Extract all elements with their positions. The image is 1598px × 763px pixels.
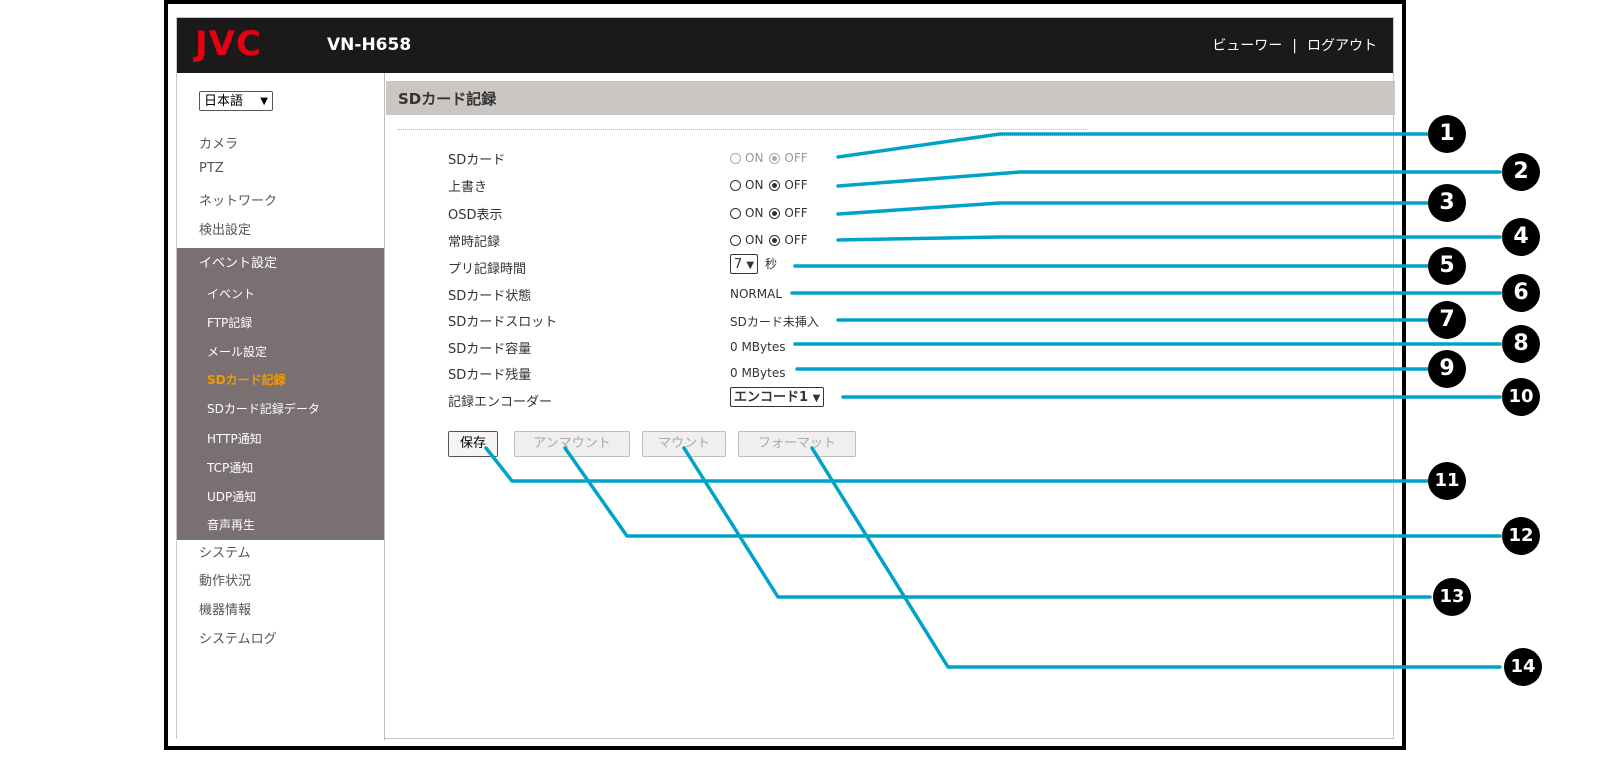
- sd-remaining-label: SDカード残量: [448, 368, 532, 383]
- overwrite-off-label: OFF: [784, 178, 808, 192]
- sd-slot-label: SDカードスロット: [448, 315, 558, 330]
- sidebar-subitem-udp[interactable]: UDP通知: [207, 488, 256, 505]
- event-settings-group: イベント設定 イベント FTP記録 メール設定 SDカード記録 SDカード記録デ…: [177, 248, 384, 540]
- sd-capacity-value: 0 MBytes: [730, 340, 786, 354]
- callout-number-14: 14: [1504, 648, 1542, 686]
- callout-number-6: 6: [1502, 274, 1540, 312]
- pre-record-unit: 秒: [764, 257, 777, 271]
- pre-record-label: プリ記録時間: [448, 262, 527, 277]
- sd-status-label: SDカード状態: [448, 289, 532, 304]
- encoder-select[interactable]: エンコード1 ▼: [730, 387, 825, 407]
- overwrite-radio-group: ON OFF: [730, 178, 814, 192]
- save-button[interactable]: 保存: [448, 431, 498, 457]
- pre-record-field: 7 ▼ 秒: [730, 254, 777, 274]
- sidebar: 日本語 ▼ カメラ PTZ ネットワーク 検出設定 イベント設定 イベント FT…: [177, 73, 385, 740]
- sidebar-item-ptz[interactable]: PTZ: [199, 161, 224, 176]
- browser-window: JVC VN-H658 ビューワー | ログアウト 日本語 ▼ カメラ PTZ ネッ…: [176, 17, 1395, 740]
- osd-radio-group: ON OFF: [730, 206, 814, 220]
- chevron-down-icon: ▼: [746, 260, 755, 271]
- callout-number-4: 4: [1502, 218, 1540, 256]
- overwrite-off-radio[interactable]: [769, 180, 781, 191]
- sd-card-on-label: ON: [745, 151, 764, 165]
- continuous-off-label: OFF: [784, 233, 808, 247]
- jvc-logo: JVC: [195, 24, 262, 64]
- osd-on-label: ON: [745, 206, 764, 220]
- overwrite-label: 上書き: [448, 180, 488, 195]
- page-title: SDカード記録: [398, 90, 497, 108]
- sidebar-item-detection[interactable]: 検出設定: [199, 219, 251, 238]
- encoder-label: 記録エンコーダー: [448, 395, 553, 410]
- continuous-off-radio[interactable]: [769, 235, 781, 246]
- callout-number-5: 5: [1428, 247, 1466, 285]
- callout-number-12: 12: [1502, 517, 1540, 555]
- sd-card-label: SDカード: [448, 153, 506, 168]
- sd-capacity-label: SDカード容量: [448, 342, 532, 357]
- callout-number-1: 1: [1428, 115, 1466, 153]
- header-links: ビューワー | ログアウト: [1212, 35, 1377, 55]
- sidebar-item-camera[interactable]: カメラ: [199, 133, 238, 152]
- pre-record-value: 7: [734, 257, 743, 272]
- overwrite-on-radio[interactable]: [730, 180, 741, 191]
- sidebar-subitem-sd-record[interactable]: SDカード記録: [207, 371, 286, 388]
- sidebar-subitem-audio[interactable]: 音声再生: [207, 516, 255, 533]
- continuous-on-label: ON: [745, 233, 764, 247]
- callout-number-9: 9: [1428, 350, 1466, 388]
- model-name: VN-H658: [327, 35, 412, 55]
- sidebar-subitem-tcp[interactable]: TCP通知: [207, 459, 253, 476]
- sidebar-subitem-http[interactable]: HTTP通知: [207, 430, 262, 447]
- continuous-on-radio[interactable]: [730, 235, 741, 246]
- sidebar-item-system-log[interactable]: システムログ: [199, 628, 277, 647]
- sd-remaining-value: 0 MBytes: [730, 366, 786, 380]
- sidebar-subitem-event[interactable]: イベント: [207, 285, 255, 302]
- mount-button[interactable]: マウント: [642, 431, 726, 457]
- sidebar-subitem-ftp[interactable]: FTP記録: [207, 314, 252, 331]
- sd-card-radio-group: ON OFF: [730, 151, 814, 165]
- sd-status-value: NORMAL: [730, 287, 783, 301]
- page-title-bar: SDカード記録: [386, 81, 1395, 115]
- callout-number-13: 13: [1433, 578, 1471, 616]
- continuous-label: 常時記録: [448, 235, 501, 250]
- main-content: SDカード記録 SDカード ON OFF 上書き ON OFF OSD表示 ON OF…: [386, 73, 1395, 740]
- sd-card-off-radio[interactable]: [769, 153, 781, 164]
- sidebar-item-event-settings[interactable]: イベント設定: [199, 252, 277, 271]
- osd-label: OSD表示: [448, 208, 503, 223]
- callout-number-10: 10: [1502, 378, 1540, 416]
- sidebar-subitem-mail[interactable]: メール設定: [207, 343, 267, 360]
- callout-number-8: 8: [1502, 325, 1540, 363]
- sidebar-item-network[interactable]: ネットワーク: [199, 190, 277, 209]
- logout-link[interactable]: ログアウト: [1307, 38, 1377, 54]
- sidebar-subitem-sd-data[interactable]: SDカード記録データ: [207, 400, 320, 417]
- sd-slot-value: SDカード未挿入: [730, 315, 819, 329]
- sd-card-off-label: OFF: [784, 151, 808, 165]
- encoder-field: エンコード1 ▼: [730, 387, 825, 407]
- language-select[interactable]: 日本語 ▼: [199, 91, 273, 111]
- unmount-button[interactable]: アンマウント: [514, 431, 630, 457]
- osd-off-radio[interactable]: [769, 208, 781, 219]
- callout-number-7: 7: [1428, 301, 1466, 339]
- viewer-link[interactable]: ビューワー: [1212, 38, 1282, 54]
- sidebar-item-device-info[interactable]: 機器情報: [199, 599, 251, 618]
- chevron-down-icon: ▼: [812, 393, 821, 404]
- format-button[interactable]: フォーマット: [738, 431, 856, 457]
- encoder-value: エンコード1: [734, 390, 809, 405]
- link-separator: |: [1292, 38, 1297, 54]
- sd-card-on-radio[interactable]: [730, 153, 741, 164]
- chevron-down-icon: ▼: [260, 96, 268, 107]
- language-value: 日本語: [204, 94, 244, 109]
- overwrite-on-label: ON: [745, 178, 764, 192]
- callout-number-3: 3: [1428, 184, 1466, 222]
- sidebar-item-status[interactable]: 動作状況: [199, 570, 251, 589]
- header-bar: JVC VN-H658 ビューワー | ログアウト: [177, 18, 1393, 73]
- callout-number-11: 11: [1428, 462, 1466, 500]
- continuous-radio-group: ON OFF: [730, 233, 814, 247]
- sidebar-item-system[interactable]: システム: [199, 542, 251, 561]
- osd-on-radio[interactable]: [730, 208, 741, 219]
- divider: [398, 129, 1088, 130]
- osd-off-label: OFF: [784, 206, 808, 220]
- pre-record-select[interactable]: 7 ▼: [730, 254, 759, 274]
- callout-number-2: 2: [1502, 153, 1540, 191]
